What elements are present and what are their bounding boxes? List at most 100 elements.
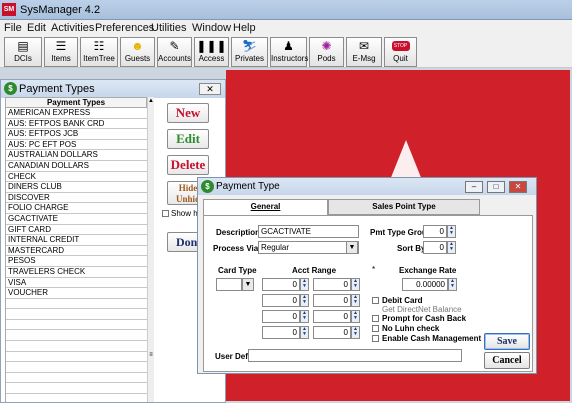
process-via-select[interactable]: Regular xyxy=(258,241,359,254)
app-logo-icon: SM xyxy=(2,3,16,16)
list-item[interactable]: AMERICAN EXPRESS xyxy=(6,108,147,119)
close-button[interactable]: ✕ xyxy=(199,83,221,95)
guests-button[interactable]: ☻ Guests xyxy=(120,37,155,67)
list-item[interactable]: DISCOVER xyxy=(6,193,147,204)
chevron-down-icon[interactable]: ▼ xyxy=(242,278,254,291)
list-item[interactable] xyxy=(6,373,147,384)
list-item[interactable]: TRAVELERS CHECK xyxy=(6,267,147,278)
exchange-rate-stepper[interactable]: ▲ ▼ xyxy=(448,278,457,291)
list-item[interactable]: DINERS CLUB xyxy=(6,182,147,193)
list-item[interactable]: AUS: PC EFT POS xyxy=(6,140,147,151)
acct-range-from-2-stepper[interactable]: ▲ ▼ xyxy=(300,294,309,307)
menu-utilities[interactable]: Utilities xyxy=(151,22,186,34)
acct-range-from-1-stepper[interactable]: ▲ ▼ xyxy=(300,278,309,291)
list-item[interactable] xyxy=(6,352,147,363)
acct-range-to-3[interactable]: 0 xyxy=(313,310,351,323)
menu-window[interactable]: Window xyxy=(192,22,231,34)
sort-by-stepper[interactable]: ▲ ▼ xyxy=(447,241,456,254)
acct-range-to-3-stepper[interactable]: ▲ ▼ xyxy=(351,310,360,323)
menu-bar: File Edit Activities Preferences Utiliti… xyxy=(0,20,572,35)
list-item[interactable]: CHECK xyxy=(6,172,147,183)
list-item[interactable] xyxy=(6,320,147,331)
acct-range-from-4-stepper[interactable]: ▲ ▼ xyxy=(300,326,309,339)
no-luhn-check-box[interactable] xyxy=(372,325,379,332)
delete-button[interactable]: Delete xyxy=(167,155,209,175)
debit-card-checkbox[interactable]: Debit Card xyxy=(372,296,422,305)
list-item[interactable] xyxy=(6,330,147,342)
menu-file[interactable]: File xyxy=(4,22,22,34)
debit-card-box[interactable] xyxy=(372,297,379,304)
list-item[interactable]: AUS: EFTPOS JCB xyxy=(6,129,147,140)
show-hidden-box[interactable] xyxy=(162,210,169,218)
edit-button[interactable]: Edit xyxy=(167,129,209,149)
show-hidden-checkbox[interactable]: Show h xyxy=(162,209,198,218)
quit-button[interactable]: STOP Quit xyxy=(384,37,417,67)
enable-cash-management-checkbox[interactable]: Enable Cash Management xyxy=(372,334,481,343)
maximize-button[interactable]: □ xyxy=(487,181,505,193)
list-item[interactable] xyxy=(6,341,147,352)
list-item[interactable]: FOLIO CHARGE xyxy=(6,203,147,214)
access-button[interactable]: ❚❚❚ Access xyxy=(194,37,229,67)
list-item[interactable]: GIFT CARD xyxy=(6,225,147,236)
list-item[interactable]: CANADIAN DOLLARS xyxy=(6,161,147,172)
menu-help[interactable]: Help xyxy=(233,22,256,34)
list-item[interactable]: VISA xyxy=(6,278,147,289)
menu-activities[interactable]: Activities xyxy=(51,22,94,34)
list-item[interactable]: MASTERCARD xyxy=(6,246,147,257)
scroll-grip-icon[interactable]: ≡ xyxy=(148,352,154,358)
close-button[interactable]: ✕ xyxy=(509,181,527,193)
item-tree-button[interactable]: ☷ ItemTree xyxy=(80,37,118,67)
list-scrollbar[interactable]: ▲ ≡ xyxy=(147,97,154,402)
list-item[interactable]: VOUCHER xyxy=(6,288,147,299)
exchange-rate-input[interactable]: 0.00000 xyxy=(402,278,448,291)
acct-range-from-3-stepper[interactable]: ▲ ▼ xyxy=(300,310,309,323)
acct-range-to-1-stepper[interactable]: ▲ ▼ xyxy=(351,278,360,291)
acct-range-from-1[interactable]: 0 xyxy=(262,278,300,291)
prompt-cash-back-box[interactable] xyxy=(372,315,379,322)
instructors-button[interactable]: ♟ Instructors xyxy=(270,37,308,67)
tab-general[interactable]: General xyxy=(203,199,328,216)
acct-range-to-1[interactable]: 0 xyxy=(313,278,351,291)
cancel-button[interactable]: Cancel xyxy=(484,352,530,369)
new-button[interactable]: New xyxy=(167,103,209,123)
no-luhn-check-checkbox[interactable]: No Luhn check xyxy=(372,324,439,333)
acct-range-to-2[interactable]: 0 xyxy=(313,294,351,307)
save-button[interactable]: Save xyxy=(484,333,530,350)
enable-cash-management-box[interactable] xyxy=(372,335,379,342)
menu-preferences[interactable]: Preferences xyxy=(95,22,154,34)
list-item[interactable]: GCACTIVATE xyxy=(6,214,147,225)
dcis-button[interactable]: ▤ DCIs xyxy=(4,37,42,67)
acct-range-to-4-stepper[interactable]: ▲ ▼ xyxy=(351,326,360,339)
list-item[interactable] xyxy=(6,309,147,320)
list-item[interactable] xyxy=(6,299,147,310)
acct-range-to-2-stepper[interactable]: ▲ ▼ xyxy=(351,294,360,307)
list-item[interactable]: AUS: EFTPOS BANK CRD xyxy=(6,119,147,130)
pods-button[interactable]: ✺ Pods xyxy=(309,37,344,67)
items-button[interactable]: ☰ Items xyxy=(44,37,78,67)
list-item[interactable]: INTERNAL CREDIT xyxy=(6,235,147,246)
description-input[interactable]: GCACTIVATE xyxy=(258,225,359,238)
prompt-cash-back-label: Prompt for Cash Back xyxy=(382,314,467,323)
chevron-down-icon[interactable]: ▼ xyxy=(346,241,358,254)
pmt-type-group-input[interactable]: 0 xyxy=(423,225,447,238)
acct-range-from-3[interactable]: 0 xyxy=(262,310,300,323)
privates-button[interactable]: ⛷ Privates xyxy=(231,37,268,67)
card-type-select[interactable] xyxy=(216,278,242,291)
accounts-button[interactable]: ✎ Accounts xyxy=(157,37,192,67)
acct-range-from-2[interactable]: 0 xyxy=(262,294,300,307)
prompt-cash-back-checkbox[interactable]: Prompt for Cash Back xyxy=(372,314,466,323)
list-item[interactable]: AUSTRALIAN DOLLARS xyxy=(6,150,147,161)
user-def-input[interactable] xyxy=(248,349,462,362)
scroll-up-icon[interactable]: ▲ xyxy=(148,97,154,105)
sort-by-input[interactable]: 0 xyxy=(423,241,447,254)
list-item[interactable]: PESOS xyxy=(6,256,147,267)
menu-edit[interactable]: Edit xyxy=(27,22,46,34)
minimize-button[interactable]: – xyxy=(465,181,483,193)
acct-range-to-4[interactable]: 0 xyxy=(313,326,351,339)
list-item[interactable] xyxy=(6,362,147,373)
e-msg-button[interactable]: ✉ E-Msg xyxy=(346,37,382,67)
pmt-type-group-stepper[interactable]: ▲ ▼ xyxy=(447,225,456,238)
list-item[interactable] xyxy=(6,383,147,395)
tab-sales-point-type[interactable]: Sales Point Type xyxy=(328,199,480,215)
acct-range-from-4[interactable]: 0 xyxy=(262,326,300,339)
